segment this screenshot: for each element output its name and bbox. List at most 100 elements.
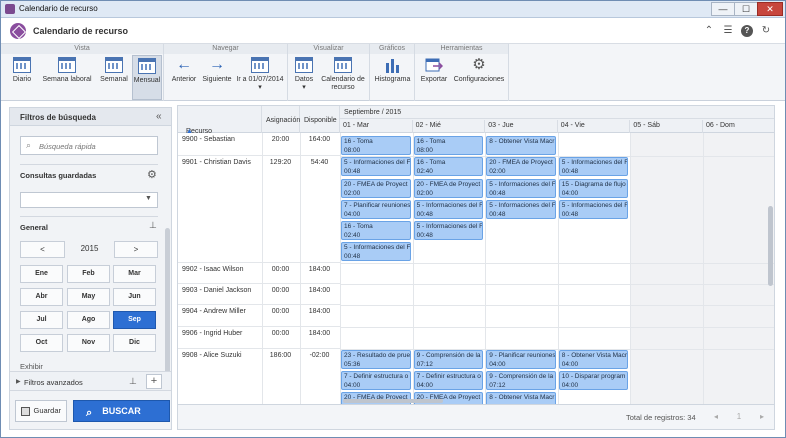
calendar-event[interactable]: 16 - Toma 08:00: [341, 136, 411, 155]
next-button[interactable]: → Siguiente: [200, 55, 234, 100]
view-weekly-button[interactable]: Semanal: [98, 55, 130, 100]
maximize-button[interactable]: ☐: [734, 2, 758, 16]
calendar-event[interactable]: 5 - Informaciones del F 00:48: [486, 200, 556, 219]
calendar-event[interactable]: 7 - Definir estructura o 04:00: [413, 371, 484, 390]
add-filter-button[interactable]: +: [146, 374, 162, 389]
resource-row[interactable]: 9903 - Daniel Jackson 00:00 184:00: [178, 284, 340, 305]
advanced-filters-row[interactable]: ▶ Filtros avanzados ⊥ +: [10, 371, 171, 391]
collapse-panel-icon[interactable]: «: [156, 111, 162, 122]
month-button[interactable]: Dic: [113, 334, 156, 352]
event-title: 20 - FMEA de Proyect: [416, 181, 481, 188]
calendar-event[interactable]: 5 - Informaciones del F 00:48: [341, 242, 411, 261]
saved-queries-select[interactable]: ▼: [20, 192, 158, 208]
calendar-event[interactable]: 5 - Informaciones del F 00:48: [558, 200, 629, 219]
month-button[interactable]: May: [67, 288, 110, 306]
histogram-button[interactable]: Histograma: [372, 55, 413, 100]
resource-row[interactable]: 9902 - Isaac Wilson 00:00 184:00: [178, 263, 340, 284]
calendar-event[interactable]: 5 - Informaciones del F 00:48: [558, 157, 629, 176]
list-icon[interactable]: ☰: [722, 25, 734, 37]
minimize-button[interactable]: —: [711, 2, 735, 16]
month-button[interactable]: Ago: [67, 311, 110, 329]
assignment-value: 129:20: [269, 159, 292, 166]
search-button[interactable]: ⌕ BUSCAR: [73, 400, 170, 422]
search-filters-panel: Filtros de búsqueda « ⌕ Consultas guarda…: [9, 107, 172, 430]
calendar-event[interactable]: 20 - FMEA de Proyect 02:00: [413, 179, 484, 198]
month-button[interactable]: Feb: [67, 265, 110, 283]
calendar-event[interactable]: 7 - Definir estructura o 04:00: [341, 371, 411, 390]
vertical-scrollbar[interactable]: [768, 206, 773, 286]
calendar-event[interactable]: 15 - Diagrama de flujo 04:00: [558, 179, 629, 198]
goto-date-button[interactable]: Ir a 01/07/2014 ▾: [236, 55, 284, 100]
resource-row[interactable]: 9900 - Sebastian 20:00 164:00: [178, 133, 340, 156]
resource-row[interactable]: 9908 - Alice Suzuki 186:00 -02:00: [178, 349, 340, 404]
resource-calendar-button[interactable]: Calendario de recurso: [318, 55, 368, 100]
month-button[interactable]: Mar: [113, 265, 156, 283]
view-daily-button[interactable]: Diario: [7, 55, 37, 100]
help-icon[interactable]: ?: [741, 25, 753, 37]
view-monthly-button[interactable]: Mensual: [132, 55, 162, 100]
event-duration: 00:48: [344, 168, 361, 175]
column-header-assignment[interactable]: Asignación: [262, 106, 300, 133]
calendar-event[interactable]: 5 - Informaciones del F 00:48: [413, 200, 484, 219]
sidebar-scrollbar[interactable]: [165, 228, 170, 378]
assignment-value: 00:00: [271, 266, 290, 273]
assignment-value: 00:00: [271, 287, 290, 294]
prev-year-button[interactable]: <: [20, 241, 65, 258]
calendar-event[interactable]: 16 - Toma 02:40: [341, 221, 411, 240]
next-year-button[interactable]: >: [114, 241, 158, 258]
month-button[interactable]: Oct: [20, 334, 63, 352]
refresh-icon[interactable]: ↻: [760, 25, 772, 37]
event-title: 20 - FMEA de Proyect: [489, 159, 553, 166]
calendar-event[interactable]: 8 - Obtener Vista Macr: [486, 136, 556, 155]
save-button[interactable]: Guardar: [15, 400, 67, 422]
month-button[interactable]: Jun: [113, 288, 156, 306]
horizontal-scrollbar[interactable]: [343, 399, 443, 403]
close-button[interactable]: ✕: [757, 2, 783, 16]
data-button[interactable]: Datos ▾: [292, 55, 316, 100]
column-header-resource[interactable]: Recurso ▲: [178, 106, 262, 135]
total-records: Total de registros: 34: [626, 413, 696, 422]
calendar-event[interactable]: 9 - Planificar reuniones 04:00: [486, 350, 556, 369]
quick-search-field[interactable]: ⌕: [20, 136, 158, 155]
export-button[interactable]: Exportar: [419, 55, 449, 100]
last-page-button[interactable]: ▸: [754, 410, 770, 424]
first-page-button[interactable]: ◂: [708, 410, 724, 424]
calendar-event[interactable]: 16 - Toma 08:00: [413, 136, 484, 155]
month-button[interactable]: Jul: [20, 311, 63, 329]
calendar-event[interactable]: 20 - FMEA de Proyect 02:00: [486, 157, 556, 176]
event-duration: 02:40: [416, 168, 433, 175]
quick-search-input[interactable]: [39, 140, 154, 152]
previous-button[interactable]: ← Anterior: [168, 55, 200, 100]
calendar-event[interactable]: 5 - Informaciones del F 00:48: [486, 179, 556, 198]
month-button[interactable]: Ene: [20, 265, 63, 283]
collapse-icon[interactable]: ⌃: [703, 25, 715, 37]
calendar-event[interactable]: 5 - Informaciones del F 00:48: [413, 221, 484, 240]
event-title: 23 - Resultado de prue: [344, 352, 411, 359]
clear-icon[interactable]: ⊥: [129, 376, 137, 387]
calendar-event[interactable]: 10 - Disparar program 04:00: [558, 371, 629, 390]
calendar-event[interactable]: 23 - Resultado de prue 05:36: [341, 350, 411, 369]
resource-row[interactable]: 9901 - Christian Davis 129:20 54:40: [178, 156, 340, 263]
clear-icon[interactable]: ⊥: [149, 220, 157, 231]
calendar-event[interactable]: 8 - Obtener Vista Macr: [486, 392, 556, 404]
calendar-event[interactable]: 20 - FMEA de Proyect 02:00: [341, 179, 411, 198]
month-button[interactable]: Sep: [113, 311, 156, 329]
calendar-event[interactable]: 8 - Obtener Vista Macr 04:00: [558, 350, 629, 369]
calendar-event[interactable]: 9 - Comprensión de la 07:12: [486, 371, 556, 390]
view-workweek-button[interactable]: Semana laboral: [39, 55, 95, 100]
grid-line: [630, 133, 632, 404]
resource-row[interactable]: 9906 - Ingrid Huber 00:00 184:00: [178, 327, 340, 349]
calendar-icon: [295, 57, 313, 73]
calendar-icon: [13, 57, 31, 73]
settings-button[interactable]: ⚙ Configuraciones: [453, 55, 505, 100]
resource-row[interactable]: 9904 - Andrew Miller 00:00 184:00: [178, 305, 340, 327]
calendar-event[interactable]: 16 - Toma 02:40: [413, 157, 484, 176]
calendar-event[interactable]: 5 - Informaciones del F 00:48: [341, 157, 411, 176]
filters-title: Filtros de búsqueda: [20, 113, 97, 122]
calendar-event[interactable]: 7 - Planificar reuniones 04:00: [341, 200, 411, 219]
column-header-available[interactable]: Disponible: [300, 106, 340, 133]
month-button[interactable]: Abr: [20, 288, 63, 306]
calendar-event[interactable]: 9 - Comprensión de la 07:12: [413, 350, 484, 369]
month-button[interactable]: Nov: [67, 334, 110, 352]
gear-icon[interactable]: ⚙: [147, 168, 157, 181]
